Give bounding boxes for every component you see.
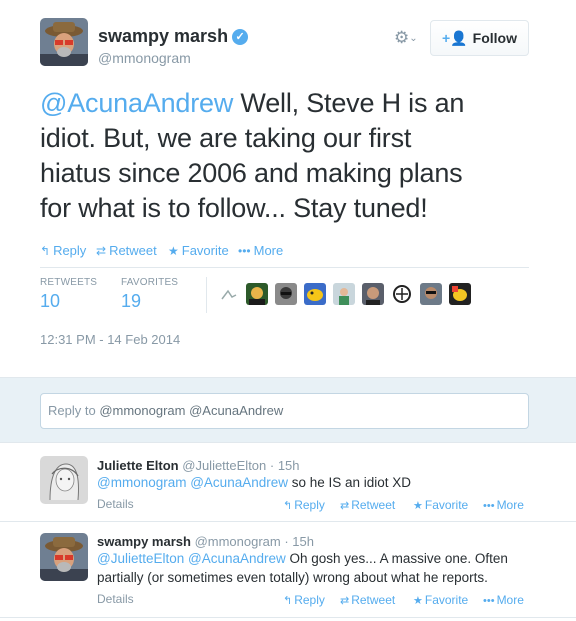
reply-author[interactable]: swampy marsh @mmonogram · 15h: [97, 534, 314, 549]
more-label: More: [496, 498, 524, 512]
favoriter-avatar[interactable]: [218, 283, 240, 305]
more-action[interactable]: ••• More: [238, 243, 283, 258]
tweet-text-line2: idiot. But, we are taking our first: [40, 123, 412, 153]
follow-button-label: Follow: [472, 30, 517, 46]
favoriter-avatar[interactable]: [449, 283, 471, 305]
favoriter-avatar[interactable]: [275, 283, 297, 305]
divider: [40, 267, 529, 268]
retweet-icon: ⇄: [340, 500, 350, 512]
retweet-label: Retweet: [351, 498, 396, 512]
tweet-text-line3: hiatus since 2006 and making plans: [40, 158, 463, 188]
tweet-text: @AcunaAndrew Well, Steve H is an idiot. …: [40, 86, 540, 226]
more-label: More: [496, 593, 524, 607]
favoriter-avatar[interactable]: [420, 283, 442, 305]
reply-retweet-action[interactable]: ⇄ Retweet: [340, 498, 395, 512]
reply-label: Reply: [53, 243, 87, 258]
reply-author-name[interactable]: Juliette Elton: [97, 458, 179, 473]
reply-mentions[interactable]: @mmonogram @AcunaAndrew: [97, 475, 288, 490]
star-icon: ★: [168, 244, 179, 258]
verified-badge-icon: ✓: [232, 29, 249, 45]
author-name[interactable]: swampy marsh ✓: [98, 26, 249, 47]
reply-author-handle[interactable]: @mmonogram · 15h: [195, 534, 314, 549]
favoriter-avatar[interactable]: [246, 283, 268, 305]
favorite-action[interactable]: ★ Favorite: [168, 243, 229, 258]
reply-favorite-action[interactable]: ★ Favorite: [413, 593, 468, 607]
author-name-text[interactable]: swampy marsh: [98, 26, 228, 46]
reply-more-action[interactable]: ••• More: [483, 593, 524, 607]
reply-label: Reply: [294, 593, 325, 607]
follow-button[interactable]: +👤 Follow: [430, 20, 529, 56]
gear-icon[interactable]: ⚙⌄: [394, 28, 418, 48]
reply-label: Reply: [294, 498, 325, 512]
favorite-label: Favorite: [424, 593, 469, 607]
favoriter-avatar[interactable]: [333, 283, 355, 305]
retweets-count[interactable]: 10: [40, 291, 60, 312]
tweet-text-line1: Well, Steve H is an: [233, 88, 465, 118]
chevron-down-icon: ⌄: [409, 33, 418, 44]
favorites-label: FAVORITES: [121, 277, 179, 288]
favorite-label: Favorite: [424, 498, 469, 512]
star-icon: ★: [413, 500, 423, 512]
more-icon: •••: [238, 244, 251, 258]
add-user-icon: +👤: [442, 29, 468, 46]
reply-icon: ↰: [283, 500, 293, 512]
retweet-icon: ⇄: [340, 595, 350, 607]
retweet-icon: ⇄: [96, 244, 107, 258]
reply-mentions[interactable]: @JulietteElton @AcunaAndrew: [97, 551, 286, 566]
retweets-label: RETWEETS: [40, 277, 98, 288]
favoriter-avatar[interactable]: [304, 283, 326, 305]
favorites-count[interactable]: 19: [121, 291, 141, 312]
tweet-text-line4: for what is to follow... Stay tuned!: [40, 193, 428, 223]
retweet-label: Retweet: [109, 243, 157, 258]
reply-avatar[interactable]: [40, 456, 88, 504]
author-handle[interactable]: @mmonogram: [98, 50, 191, 66]
reply-author-name[interactable]: swampy marsh: [97, 534, 191, 549]
reply-more-action[interactable]: ••• More: [483, 498, 524, 512]
reply-icon: ↰: [40, 244, 51, 258]
author-avatar[interactable]: [40, 18, 88, 66]
favorite-label: Favorite: [181, 243, 229, 258]
reply-icon: ↰: [283, 595, 293, 607]
reply-input-prefix: Reply to: [48, 403, 100, 418]
reply-text: @JulietteElton @AcunaAndrew Oh gosh yes.…: [97, 549, 537, 587]
favoriter-avatar[interactable]: [362, 283, 384, 305]
reply-body: so he IS an idiot XD: [287, 475, 412, 490]
retweet-label: Retweet: [351, 593, 396, 607]
reply-details-link[interactable]: Details: [97, 497, 134, 511]
stats-separator: [206, 277, 207, 313]
divider: [0, 617, 576, 618]
reply-input[interactable]: Reply to @mmonogram @AcunaAndrew: [40, 393, 529, 429]
divider: [0, 521, 576, 522]
reply-retweet-action[interactable]: ⇄ Retweet: [340, 593, 395, 607]
reply-input-mentions: @mmonogram @AcunaAndrew: [99, 403, 284, 418]
tweet-mention-link[interactable]: @AcunaAndrew: [40, 88, 233, 118]
more-label: More: [253, 243, 284, 258]
reply-details-link[interactable]: Details: [97, 592, 134, 606]
reply-avatar[interactable]: [40, 533, 88, 581]
reply-author-handle[interactable]: @JulietteElton · 15h: [182, 458, 299, 473]
favoriter-avatar[interactable]: [391, 283, 413, 305]
reply-reply-action[interactable]: ↰ Reply: [283, 593, 325, 607]
star-icon: ★: [413, 595, 423, 607]
reply-favorite-action[interactable]: ★ Favorite: [413, 498, 468, 512]
more-icon: •••: [483, 500, 495, 512]
retweet-action[interactable]: ⇄ Retweet: [96, 243, 157, 258]
tweet-timestamp[interactable]: 12:31 PM - 14 Feb 2014: [40, 332, 180, 347]
more-icon: •••: [483, 595, 495, 607]
reply-reply-action[interactable]: ↰ Reply: [283, 498, 325, 512]
reply-text: @mmonogram @AcunaAndrew so he IS an idio…: [97, 473, 537, 492]
reply-author[interactable]: Juliette Elton @JulietteElton · 15h: [97, 458, 300, 473]
reply-action[interactable]: ↰ Reply: [40, 243, 86, 258]
